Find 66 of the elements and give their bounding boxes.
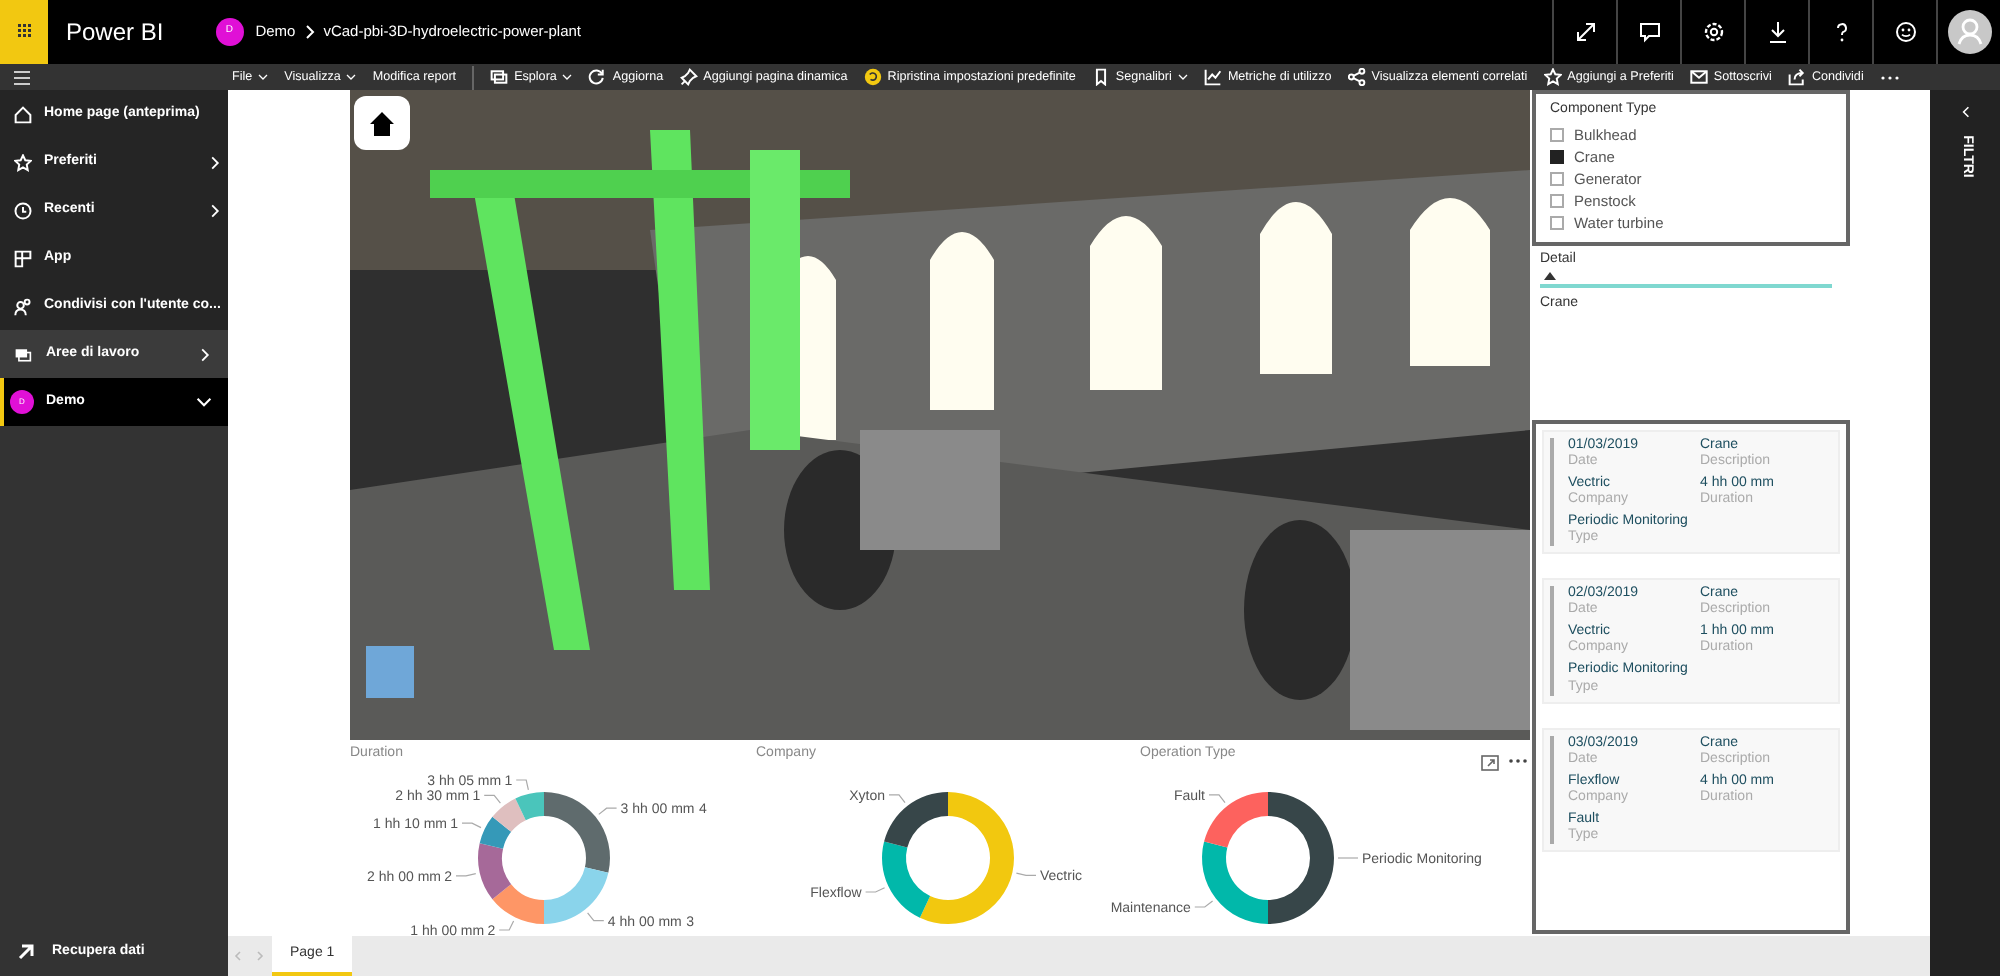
refresh-icon [588,68,607,86]
chevron-icon [196,394,212,410]
leader-line [587,911,605,921]
chevron-icon [1959,106,1971,118]
leader-line [598,806,618,814]
more-options-icon[interactable] [1508,758,1528,764]
donut-slice[interactable] [479,815,512,848]
star-icon [1543,68,1562,86]
smiley-icon [1891,18,1919,46]
pin-icon [679,68,698,86]
app-launcher-icon[interactable] [0,0,48,64]
donut-slice[interactable] [544,791,610,872]
menu-icon[interactable] [12,69,32,85]
user-avatar-icon[interactable] [1947,10,1991,54]
checkbox[interactable] [1550,128,1564,142]
settings-icon [1699,18,1727,46]
breadcrumb-separator-icon [303,24,316,40]
leader-line [1015,871,1037,875]
leader-line [483,793,501,803]
clock-icon [14,201,32,219]
app-icon [14,249,32,267]
leader-line [1337,856,1359,858]
comment-icon [1635,18,1663,46]
donut-slice[interactable] [492,883,544,923]
home-button[interactable] [354,96,410,150]
donut-slice[interactable] [919,791,1014,923]
chevron-icon [1177,72,1188,82]
checkbox[interactable] [1550,150,1564,164]
checkbox[interactable] [1550,216,1564,230]
home-icon [366,107,398,139]
share-icon [1787,68,1806,86]
leader-line [1208,793,1226,803]
expand-icon [1571,18,1599,46]
share-nodes-icon [1347,68,1366,86]
sort-icon[interactable] [1544,271,1556,279]
focus-mode-icon[interactable] [1480,754,1500,772]
star-icon [14,153,32,171]
leader-line [1194,899,1214,907]
leader-line [461,821,482,828]
chevron-icon [208,155,222,169]
chevron-icon [562,72,573,82]
donut-slice[interactable] [1268,791,1334,923]
checkbox[interactable] [1550,172,1564,186]
home-icon [14,105,32,123]
line-chart-icon [1203,68,1222,86]
chevron-icon [198,347,212,361]
chevron-icon [208,203,222,217]
leader-line [888,793,906,803]
donut-slice[interactable] [478,842,512,899]
bookmark-icon [1091,68,1110,86]
leader-line [515,778,529,790]
donut-slice[interactable] [882,840,931,917]
more-icon [1879,73,1900,81]
chevron-icon [346,72,357,82]
people-icon [14,297,32,315]
arrow-icon [16,942,36,962]
checkbox[interactable] [1550,194,1564,208]
leader-line [498,919,515,930]
mail-icon [1689,68,1708,86]
app-name[interactable]: Power BI [66,14,164,50]
leader-line [455,872,477,876]
chevron-icon [258,72,269,82]
leader-line [865,886,886,892]
workspace-icon [14,345,32,363]
donut-slice[interactable] [544,866,609,923]
donut-slice[interactable] [884,791,948,847]
